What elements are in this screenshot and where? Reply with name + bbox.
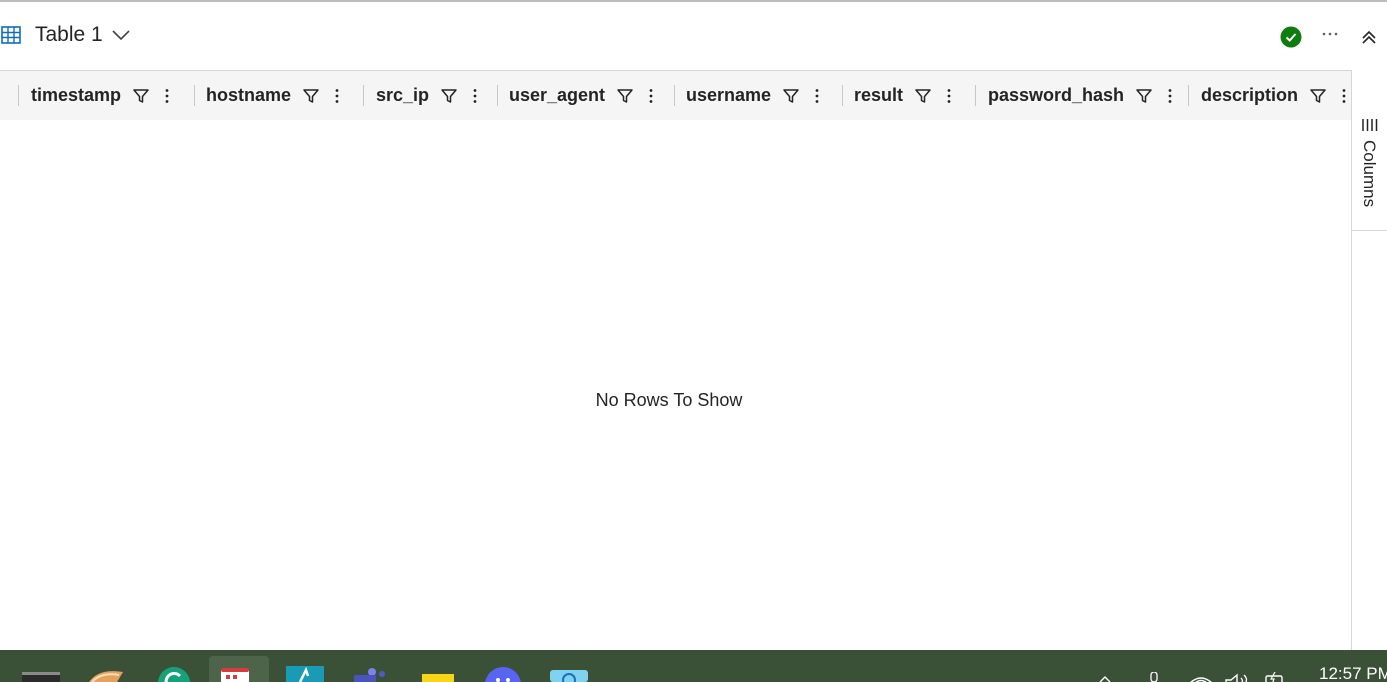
column-separator[interactable] [497, 85, 498, 106]
chevron-down-icon[interactable] [111, 28, 131, 42]
column-menu-icon[interactable] [944, 87, 954, 105]
column-menu-icon[interactable] [646, 87, 656, 105]
grammarly-icon[interactable] [157, 666, 191, 682]
jupyter-icon[interactable] [286, 666, 324, 682]
filter-icon[interactable] [132, 87, 150, 105]
ellipsis-icon [1322, 32, 1338, 36]
filter-icon[interactable] [782, 87, 800, 105]
column-separator[interactable] [194, 85, 195, 106]
column-menu-icon[interactable] [812, 87, 822, 105]
column-header-password-hash[interactable]: password_hash [988, 71, 1175, 120]
table-icon [1, 26, 21, 44]
column-header-label: timestamp [31, 85, 122, 105]
filter-icon[interactable] [440, 87, 458, 105]
grid-header-row: timestamp hostname src_ip user_agent use… [0, 70, 1351, 121]
copilot-icon[interactable] [484, 666, 522, 682]
filter-icon[interactable] [302, 87, 320, 105]
column-header-username[interactable]: username [686, 71, 822, 120]
side-panel: Columns [1351, 70, 1387, 650]
column-header-label: result [854, 85, 904, 105]
column-header-label: username [686, 85, 772, 105]
column-separator[interactable] [1188, 85, 1189, 106]
more-options-button[interactable] [1317, 24, 1343, 48]
filter-icon[interactable] [1309, 87, 1327, 105]
column-header-label: hostname [206, 85, 292, 105]
microphone-icon[interactable] [1148, 672, 1160, 682]
column-menu-icon[interactable] [1165, 87, 1175, 105]
table-title: Table 1 [35, 23, 103, 46]
columns-icon [1362, 119, 1378, 131]
column-header-result[interactable]: result [854, 71, 954, 120]
column-header-description[interactable]: description [1201, 71, 1349, 120]
taskbar: 12:57 PM [0, 650, 1387, 682]
success-check-icon [1280, 26, 1302, 48]
teams-icon[interactable] [352, 666, 390, 682]
column-separator[interactable] [18, 85, 19, 106]
column-header-label: description [1201, 85, 1299, 105]
column-header-timestamp[interactable]: timestamp [31, 71, 172, 120]
column-separator[interactable] [363, 85, 364, 106]
columns-tool-tab[interactable]: Columns [1352, 92, 1387, 231]
volume-icon[interactable] [1224, 672, 1250, 682]
browser-icon[interactable] [550, 666, 588, 682]
column-header-src-ip[interactable]: src_ip [376, 71, 480, 120]
sticky-notes-icon[interactable] [422, 666, 454, 682]
pie-app-icon[interactable] [87, 666, 125, 682]
column-header-user-agent[interactable]: user_agent [509, 71, 656, 120]
column-header-hostname[interactable]: hostname [206, 71, 342, 120]
column-menu-icon[interactable] [162, 87, 172, 105]
wifi-icon[interactable] [1186, 672, 1216, 682]
calendar-icon[interactable] [220, 666, 250, 682]
filter-icon[interactable] [914, 87, 932, 105]
grid-body: No Rows To Show [0, 120, 1351, 650]
terminal-icon[interactable] [22, 666, 60, 682]
taskbar-clock[interactable]: 12:57 PM [1319, 664, 1387, 682]
column-header-label: src_ip [376, 85, 430, 105]
filter-icon[interactable] [616, 87, 634, 105]
chevron-up-icon[interactable] [1098, 672, 1112, 682]
collapse-double-chevron-icon[interactable] [1359, 27, 1379, 47]
column-menu-icon[interactable] [332, 87, 342, 105]
column-separator[interactable] [975, 85, 976, 106]
app-window: Table 1 timestamp hostname src_ip user_a… [0, 0, 1387, 682]
empty-grid-message: No Rows To Show [595, 390, 743, 410]
battery-icon[interactable] [1262, 672, 1286, 682]
column-separator[interactable] [842, 85, 843, 106]
columns-tab-label: Columns [1360, 140, 1379, 208]
column-menu-icon[interactable] [1339, 87, 1349, 105]
filter-icon[interactable] [1135, 87, 1153, 105]
column-menu-icon[interactable] [470, 87, 480, 105]
column-separator[interactable] [674, 85, 675, 106]
column-header-label: user_agent [509, 85, 606, 105]
title-bar: Table 1 [0, 2, 1387, 70]
column-header-label: password_hash [988, 85, 1125, 105]
